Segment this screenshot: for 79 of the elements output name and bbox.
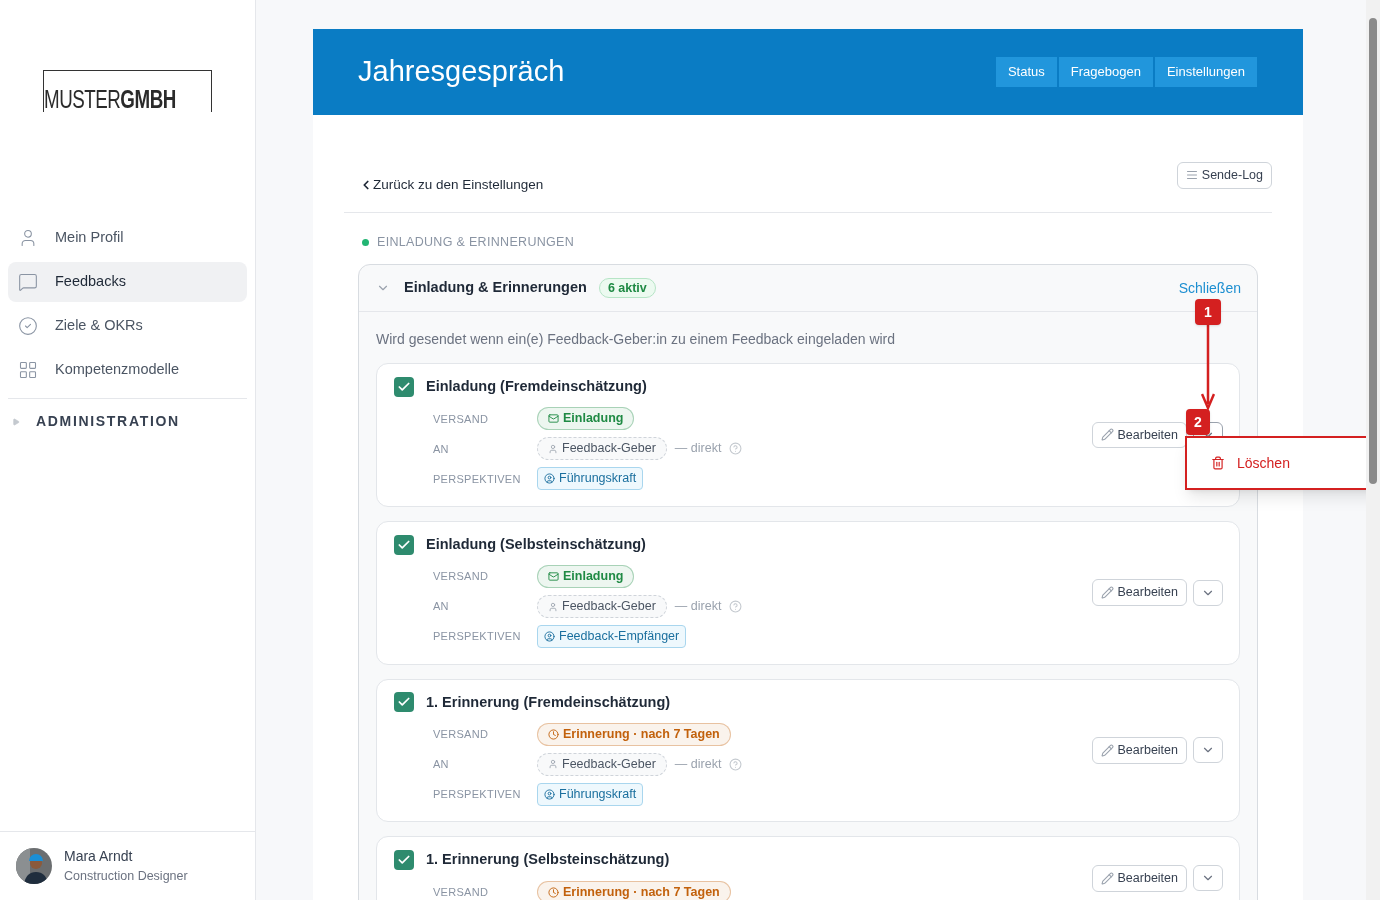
edit-button[interactable]: Bearbeiten	[1091, 864, 1187, 892]
field-label: PERSPEKTIVEN	[433, 629, 522, 645]
list-icon	[1185, 169, 1198, 182]
field-label: VERSAND	[433, 411, 490, 427]
clock-icon	[548, 728, 559, 740]
user-icon	[548, 601, 558, 612]
card-title: Einladung (Fremdeinschätzung)	[426, 377, 647, 396]
help-icon[interactable]	[729, 600, 743, 613]
field-label: AN	[433, 441, 450, 457]
chat-icon	[18, 272, 38, 292]
user-circle-icon	[544, 631, 555, 642]
recipient-note: — direkt	[674, 440, 722, 458]
dropdown-toggle[interactable]	[1193, 579, 1223, 606]
pencil-icon	[1100, 743, 1114, 757]
field-label: AN	[433, 757, 450, 772]
description: Wird gesendet wenn ein(e) Feedback-Geber:in zu einem Feedback eingeladen wird	[376, 330, 897, 349]
nav-item[interactable]: Kompetenzmodelle	[8, 350, 247, 390]
user-icon	[548, 759, 558, 770]
count-badge: 6 aktiv	[598, 277, 656, 299]
user-name: Mara Arndt	[64, 847, 134, 867]
perspective-tag: Führungskraft	[537, 467, 644, 491]
grid-icon	[18, 360, 38, 380]
dropdown-toggle[interactable]	[1193, 865, 1223, 892]
logo: MUSTERGMBH	[42, 70, 213, 112]
card-title: Einladung (Selbsteinschätzung)	[426, 534, 646, 554]
field-label: VERSAND	[433, 569, 490, 585]
field-label: AN	[433, 599, 450, 615]
back-link[interactable]: Zurück zu den Einstellungen	[359, 175, 544, 196]
recipient-tag: Feedback-Geber	[537, 595, 667, 618]
recipient-tag: Feedback-Geber	[537, 752, 667, 776]
card-title: 1. Erinnerung (Fremdeinschätzung)	[426, 692, 671, 712]
dispatch-tag: Einladung	[537, 407, 635, 431]
pencil-icon	[1100, 871, 1114, 885]
dispatch-tag: Erinnerung · nach 7 Tagen	[537, 880, 731, 900]
checkbox[interactable]	[394, 850, 414, 871]
nav-item[interactable]: Feedbacks	[8, 262, 247, 302]
mail-icon	[548, 571, 559, 582]
section-label: EINLADUNG & ERINNERUNGEN	[377, 234, 575, 252]
field-label: PERSPEKTIVEN	[433, 787, 522, 802]
caret-icon	[12, 417, 20, 426]
clock-icon	[548, 886, 559, 898]
user-circle-icon	[544, 788, 555, 800]
nav-item[interactable]: Ziele & OKRs	[8, 306, 247, 346]
field-label: VERSAND	[433, 727, 490, 742]
perspective-tag: Führungskraft	[537, 782, 644, 806]
recipient-tag: Feedback-Geber	[537, 437, 667, 461]
card-title: 1. Erinnerung (Selbsteinschätzung)	[426, 850, 670, 870]
perspective-tag: Feedback-Empfänger	[537, 625, 687, 648]
edit-button[interactable]: Bearbeiten	[1091, 579, 1187, 606]
help-icon[interactable]	[729, 442, 743, 456]
pencil-icon	[1100, 428, 1114, 442]
admin-section[interactable]: ADMINISTRATION	[0, 411, 255, 432]
recipient-note: — direkt	[674, 598, 722, 616]
delete-menu-item[interactable]: Löschen	[1187, 438, 1380, 488]
user-icon	[548, 443, 558, 454]
nav-item[interactable]: Mein Profil	[8, 218, 247, 258]
annotation-badge: 2	[1186, 409, 1210, 435]
mail-icon	[548, 413, 559, 425]
page-title: Jahresgespräch	[358, 54, 565, 90]
recipient-note: — direkt	[674, 755, 722, 773]
field-label: PERSPEKTIVEN	[433, 471, 522, 487]
send-log-button[interactable]: Sende-Log	[1176, 161, 1272, 189]
help-icon[interactable]	[729, 757, 743, 771]
user-role: Construction Designer	[64, 868, 188, 886]
checkbox[interactable]	[394, 376, 414, 397]
edit-button[interactable]: Bearbeiten	[1091, 737, 1187, 764]
field-label: VERSAND	[433, 884, 490, 900]
annotation-badge: 1	[1195, 299, 1221, 325]
checkbox[interactable]	[394, 534, 414, 555]
dispatch-tag: Einladung	[537, 565, 635, 588]
accordion-title[interactable]: Einladung & Erinnerungen	[404, 277, 587, 299]
pencil-icon	[1100, 586, 1114, 600]
user-circle-icon	[544, 473, 555, 485]
trash-icon	[1211, 456, 1225, 470]
checkbox[interactable]	[394, 692, 414, 713]
dropdown-toggle[interactable]	[1193, 737, 1223, 764]
edit-button[interactable]: Bearbeiten	[1091, 421, 1187, 449]
dispatch-tag: Erinnerung · nach 7 Tagen	[537, 722, 731, 746]
check-circle-icon	[18, 316, 38, 336]
